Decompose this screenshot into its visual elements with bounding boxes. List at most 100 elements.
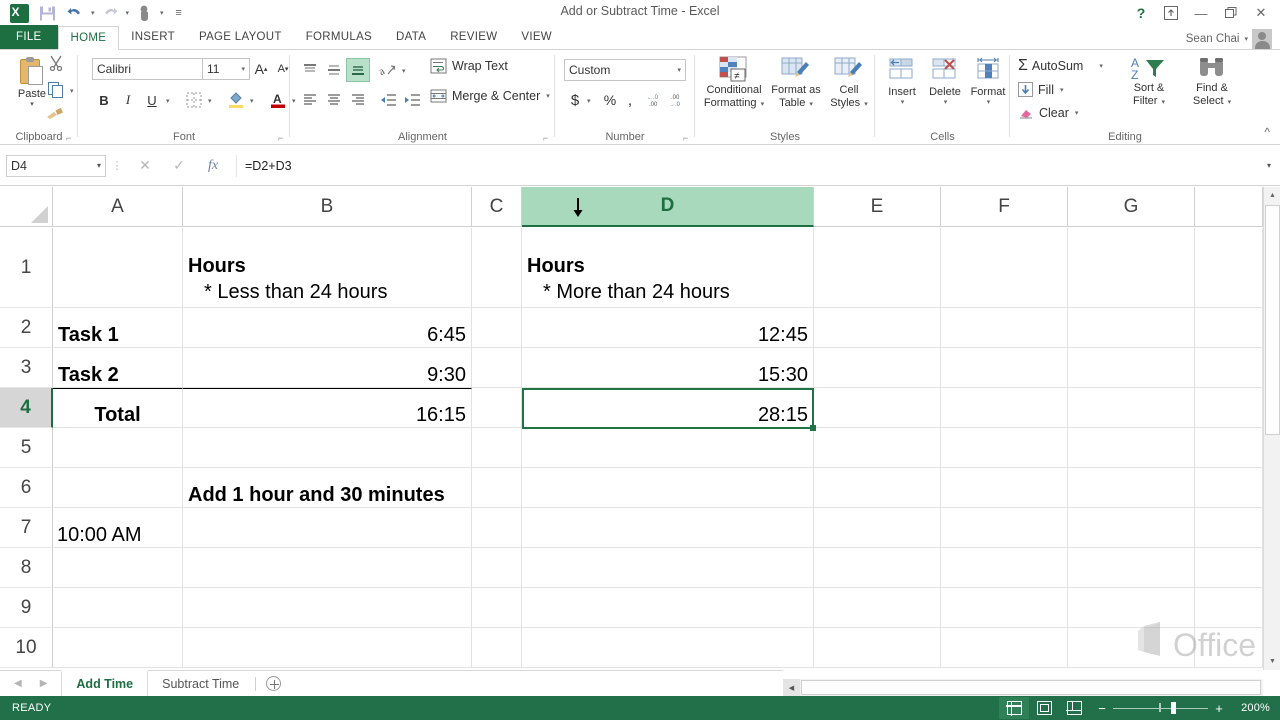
- cell-E10[interactable]: [814, 628, 941, 668]
- fill-color-icon[interactable]: [224, 88, 248, 112]
- name-box-dropdown-icon[interactable]: ▾: [97, 161, 101, 170]
- cell-A5[interactable]: [53, 428, 183, 468]
- collapse-ribbon-icon[interactable]: ^: [1264, 125, 1270, 139]
- cell-C4[interactable]: [472, 388, 522, 428]
- cell-D2[interactable]: 12:45: [522, 308, 814, 348]
- cell-G9[interactable]: [1068, 588, 1195, 628]
- next-sheet-icon[interactable]: ▶: [40, 678, 48, 689]
- tab-data[interactable]: DATA: [384, 25, 438, 49]
- number-format-select[interactable]: Custom ▾: [564, 59, 686, 81]
- formula-input[interactable]: =D2+D3: [236, 154, 1258, 177]
- cell-D10[interactable]: [522, 628, 814, 668]
- underline-button[interactable]: U: [140, 88, 164, 112]
- cell-F5[interactable]: [941, 428, 1068, 468]
- help-icon[interactable]: ?: [1126, 2, 1156, 24]
- cell-E9[interactable]: [814, 588, 941, 628]
- confirm-icon[interactable]: ✓: [162, 155, 196, 177]
- underline-dropdown-icon[interactable]: ▾: [166, 97, 170, 105]
- cell-C1[interactable]: [472, 228, 522, 308]
- fill-handle[interactable]: [810, 425, 816, 431]
- row-header-10[interactable]: 10: [0, 628, 53, 668]
- merge-center-button[interactable]: Merge & Center ▾: [430, 88, 550, 104]
- select-all-corner[interactable]: [0, 187, 53, 227]
- accounting-format-icon[interactable]: $: [564, 88, 586, 112]
- cell-A8[interactable]: [53, 548, 183, 588]
- cell-E3[interactable]: [814, 348, 941, 388]
- scroll-down-icon[interactable]: ▼: [1264, 653, 1280, 670]
- ribbon-display-options-icon[interactable]: [1156, 2, 1186, 24]
- cell-B4[interactable]: 16:15: [183, 388, 472, 428]
- tab-view[interactable]: VIEW: [509, 25, 564, 49]
- row-header-9[interactable]: 9: [0, 588, 53, 628]
- font-size-dropdown-icon[interactable]: ▾: [241, 65, 245, 73]
- sort-filter-dropdown-icon[interactable]: ▾: [1162, 99, 1166, 106]
- copy-dropdown-icon[interactable]: ▾: [70, 87, 74, 95]
- column-header-A[interactable]: A: [53, 187, 183, 227]
- cell-G7[interactable]: [1068, 508, 1195, 548]
- page-layout-view-button[interactable]: [1029, 697, 1059, 719]
- cell-D3[interactable]: 15:30: [522, 348, 814, 388]
- restore-icon[interactable]: [1216, 2, 1246, 24]
- normal-view-button[interactable]: [999, 697, 1029, 719]
- font-color-icon[interactable]: A: [266, 88, 290, 112]
- bold-button[interactable]: B: [92, 88, 116, 112]
- fill-color-dropdown-icon[interactable]: ▾: [250, 97, 254, 105]
- row-header-4[interactable]: 4: [0, 388, 53, 428]
- tab-insert[interactable]: INSERT: [119, 25, 187, 49]
- cell-B6[interactable]: Add 1 hour and 30 minutes: [183, 468, 472, 508]
- cell-E5[interactable]: [814, 428, 941, 468]
- cell-F4[interactable]: [941, 388, 1068, 428]
- scroll-left-icon[interactable]: ◀: [783, 679, 800, 696]
- conditional-formatting-button[interactable]: ≠ Conditional Formatting ▾: [701, 56, 767, 111]
- increase-decimal-icon[interactable]: ←.0.00: [645, 88, 669, 112]
- format-as-table-button[interactable]: Format as Table ▾: [767, 56, 825, 111]
- comma-format-icon[interactable]: ,: [621, 88, 639, 112]
- percent-format-icon[interactable]: %: [599, 88, 621, 112]
- wrap-text-button[interactable]: Wrap Text: [430, 58, 508, 74]
- previous-sheet-icon[interactable]: ◀: [14, 678, 22, 689]
- cell-B1[interactable]: Hours * Less than 24 hours: [183, 228, 472, 308]
- cell-F9[interactable]: [941, 588, 1068, 628]
- new-sheet-button[interactable]: [258, 676, 288, 691]
- align-right-icon[interactable]: [346, 88, 370, 112]
- format-cells-button[interactable]: Format ▾: [966, 56, 1010, 106]
- vertical-scrollbar[interactable]: ▲ ▼: [1263, 187, 1280, 670]
- row-header-7[interactable]: 7: [0, 508, 53, 548]
- cell-B8[interactable]: [183, 548, 472, 588]
- insert-cells-button[interactable]: Insert ▾: [880, 56, 924, 106]
- autosum-dropdown-icon[interactable]: ▾: [1099, 62, 1103, 70]
- cell-H3[interactable]: [1195, 348, 1263, 388]
- row-header-1[interactable]: 1: [0, 228, 53, 308]
- cell-B5[interactable]: [183, 428, 472, 468]
- cell-C3[interactable]: [472, 348, 522, 388]
- cell-F3[interactable]: [941, 348, 1068, 388]
- cell-B3[interactable]: 9:30: [183, 348, 472, 388]
- zoom-out-button[interactable]: −: [1097, 701, 1107, 716]
- spreadsheet-grid[interactable]: A B C D E F G 1 2 3 4 5 6 7 8 9 10 Hours…: [0, 187, 1280, 670]
- cell-F6[interactable]: [941, 468, 1068, 508]
- number-format-dropdown-icon[interactable]: ▾: [677, 66, 681, 74]
- font-name-input[interactable]: Calibri ▾: [92, 58, 216, 80]
- column-header-D[interactable]: D: [522, 187, 814, 227]
- cell-H10[interactable]: [1195, 628, 1263, 668]
- decrease-decimal-icon[interactable]: .00 →.0: [667, 88, 691, 112]
- cell-D8[interactable]: [522, 548, 814, 588]
- vertical-scroll-thumb[interactable]: [1265, 205, 1280, 435]
- cell-B2[interactable]: 6:45: [183, 308, 472, 348]
- cell-G8[interactable]: [1068, 548, 1195, 588]
- conditional-formatting-dropdown-icon[interactable]: ▾: [761, 101, 765, 108]
- sheet-tab-subtract-time[interactable]: Subtract Time: [148, 671, 253, 697]
- accounting-dropdown-icon[interactable]: ▾: [587, 97, 591, 105]
- italic-button[interactable]: I: [116, 88, 140, 112]
- close-icon[interactable]: ✕: [1246, 2, 1276, 24]
- column-header-G[interactable]: G: [1068, 187, 1195, 227]
- cell-E7[interactable]: [814, 508, 941, 548]
- cell-E4[interactable]: [814, 388, 941, 428]
- fill-dropdown-icon[interactable]: ▾: [1060, 86, 1064, 94]
- cell-H8[interactable]: [1195, 548, 1263, 588]
- row-header-3[interactable]: 3: [0, 348, 53, 388]
- zoom-slider[interactable]: [1113, 702, 1208, 714]
- row-header-6[interactable]: 6: [0, 468, 53, 508]
- increase-indent-icon[interactable]: [400, 88, 424, 112]
- tab-formulas[interactable]: FORMULAS: [294, 25, 384, 49]
